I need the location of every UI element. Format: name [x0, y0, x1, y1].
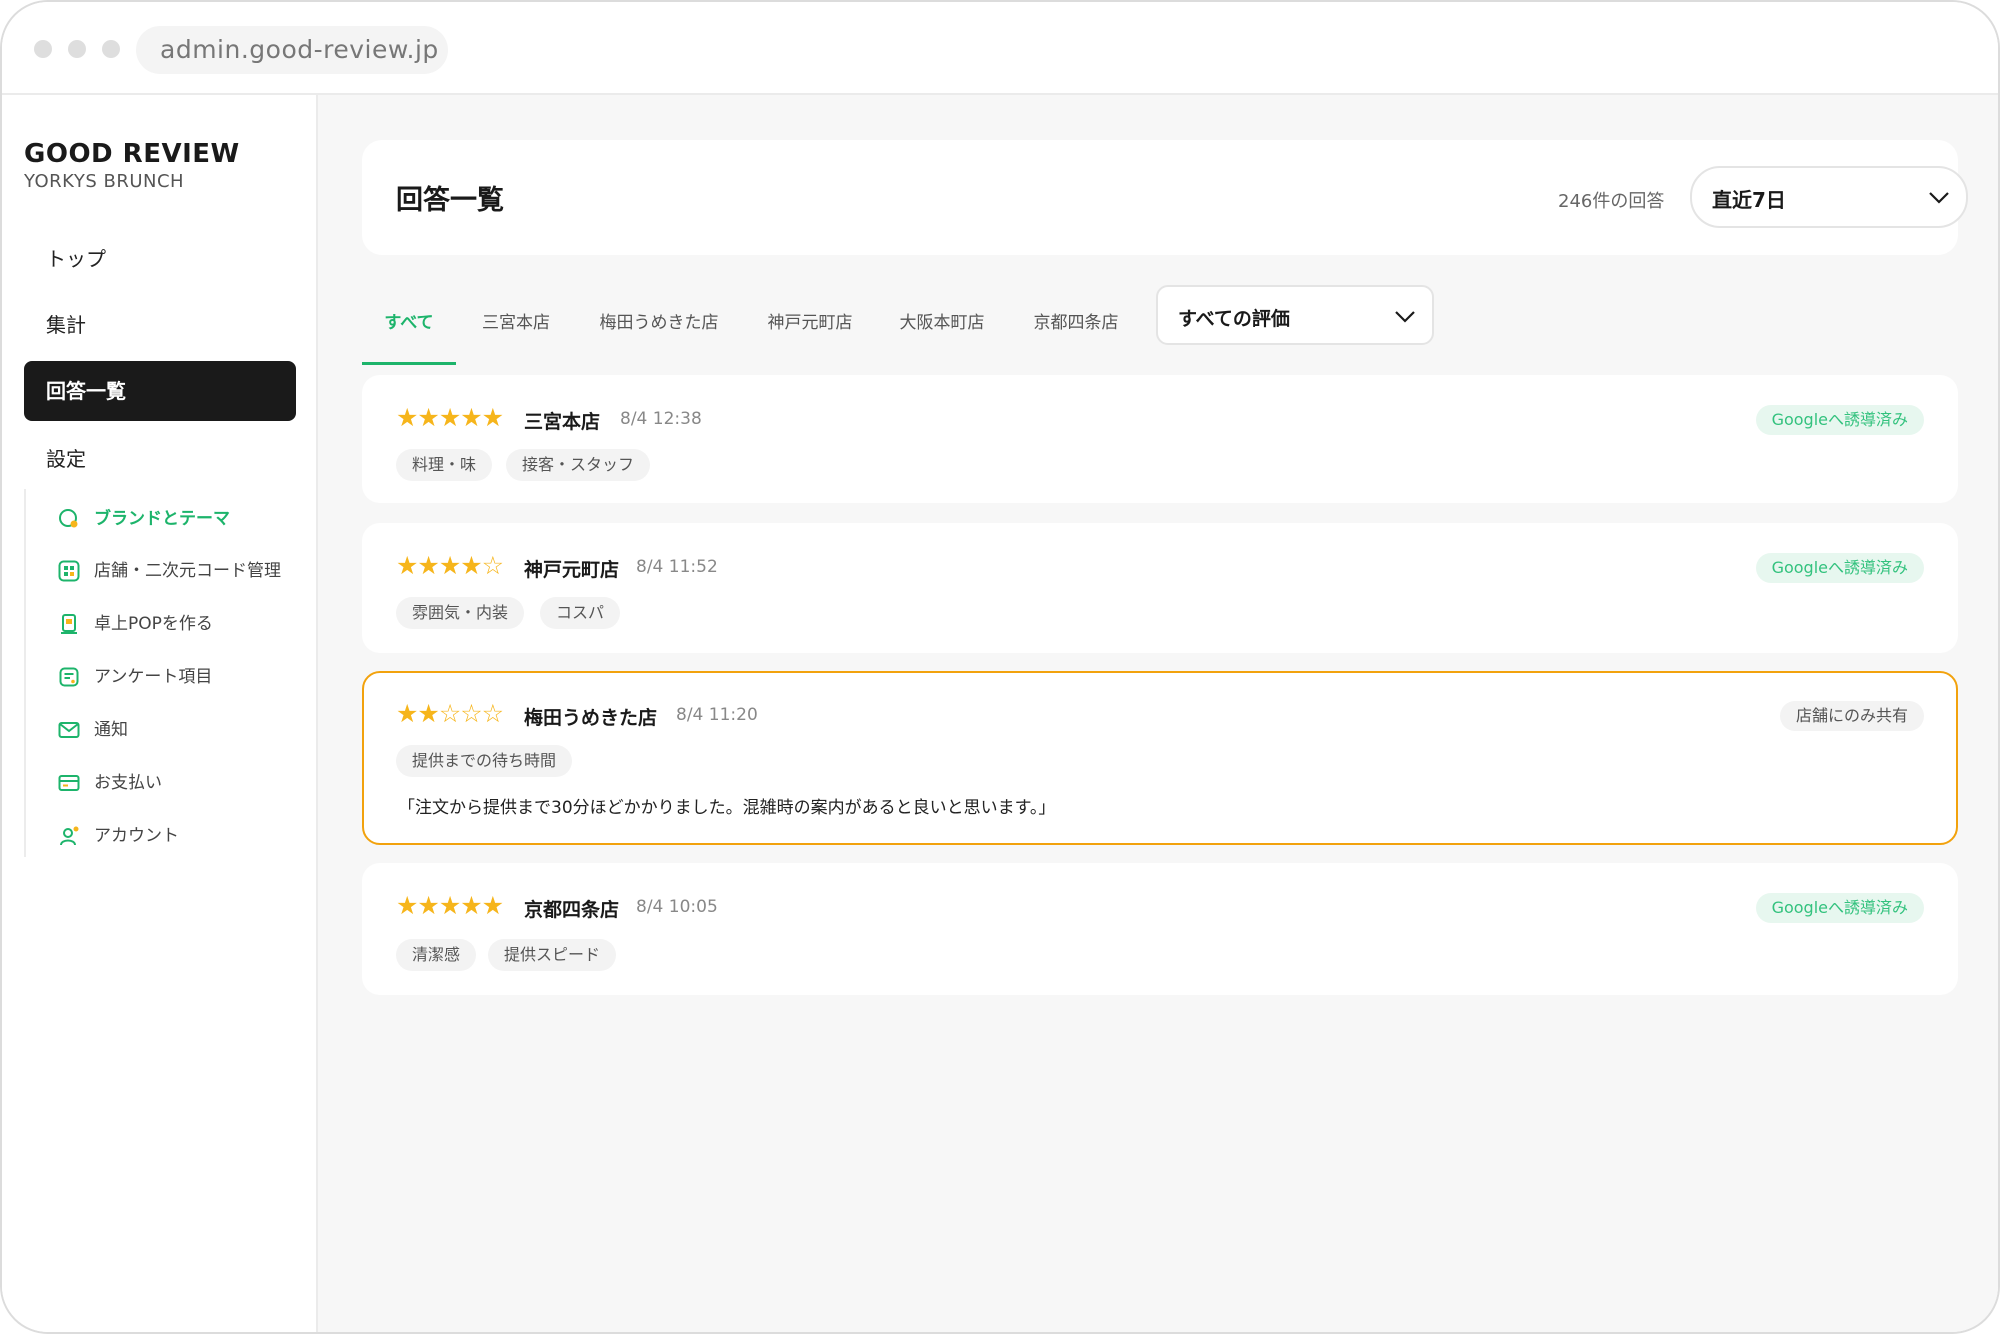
period-select[interactable]: 直近7日: [1690, 166, 1968, 228]
qr-code-icon: [58, 560, 80, 582]
stars-filled: ★★: [396, 699, 440, 728]
sub-item-label: 卓上POPを作る: [94, 614, 213, 634]
tab-kobe-motomachi[interactable]: 神戸元町店: [752, 285, 868, 365]
sub-item-brand-theme[interactable]: ブランドとテーマ: [58, 504, 230, 534]
review-time: 8/4 11:52: [636, 557, 718, 577]
stars-filled: ★★★★★: [396, 403, 504, 432]
review-store: 神戸元町店: [524, 559, 620, 581]
settings-subnav-line: [24, 489, 26, 857]
brand-subtitle: YORKYS BRUNCH: [24, 171, 185, 192]
review-tag: 提供スピード: [488, 939, 617, 971]
nav-item-top[interactable]: トップ: [24, 229, 296, 289]
tab-kyoto-shijo[interactable]: 京都四条店: [1018, 285, 1134, 365]
palette-icon: [58, 508, 80, 530]
sub-item-account[interactable]: アカウント: [58, 821, 179, 851]
stars-filled: ★★★★: [396, 551, 483, 580]
url-bar[interactable]: admin.good-review.jp: [136, 26, 448, 74]
review-tag: 提供までの待ち時間: [396, 745, 573, 777]
stars-empty: ☆☆☆: [438, 699, 504, 728]
mail-icon: [58, 719, 80, 741]
tab-all[interactable]: すべて: [362, 285, 456, 365]
review-tag: 料理・味: [396, 449, 493, 481]
review-store: 三宮本店: [524, 411, 601, 433]
review-time: 8/4 10:05: [636, 897, 718, 917]
tab-umeda[interactable]: 梅田うめきた店: [582, 285, 736, 365]
main-content: 回答一覧 246件の回答 直近7日 すべて 三宮本店 梅田うめきた店 神戸元町店…: [318, 95, 1998, 1332]
rating-filter-label: すべての評価: [1178, 308, 1290, 330]
sub-item-label: アンケート項目: [94, 667, 213, 687]
nav-item-settings[interactable]: 設定: [24, 429, 296, 489]
status-badge: Googleへ誘導済み: [1755, 893, 1924, 923]
sidebar: GOOD REVIEW YORKYS BRUNCH トップ 集計 回答一覧 設定…: [2, 95, 318, 1332]
nav-item-stats[interactable]: 集計: [24, 295, 296, 355]
browser-titlebar: admin.good-review.jp: [2, 2, 1998, 95]
period-select-label: 直近7日: [1712, 188, 1786, 212]
rating-filter-select[interactable]: すべての評価: [1156, 285, 1434, 345]
tab-sannomiya[interactable]: 三宮本店: [468, 285, 564, 365]
status-badge: Googleへ誘導済み: [1755, 405, 1924, 435]
review-comment: 「注文から提供まで30分ほどかかりました。混雑時の案内があると良いと思います。」: [398, 798, 1056, 818]
sub-item-payment[interactable]: お支払い: [58, 768, 162, 798]
review-card[interactable]: ★★★★☆ 神戸元町店 8/4 11:52 Googleへ誘導済み 雰囲気・内装…: [362, 523, 1958, 653]
pop-stand-icon: [58, 613, 80, 635]
sub-item-label: ブランドとテーマ: [94, 509, 230, 529]
tab-osaka-honmachi[interactable]: 大阪本町店: [884, 285, 1000, 365]
user-icon: [58, 825, 80, 847]
review-tag: コスパ: [540, 597, 621, 629]
browser-window: admin.good-review.jp GOOD REVIEW YORKYS …: [0, 0, 2000, 1334]
review-card[interactable]: ★★★★★ 三宮本店 8/4 12:38 Googleへ誘導済み 料理・味 接客…: [362, 375, 1958, 503]
review-time: 8/4 11:20: [676, 705, 758, 725]
review-store: 京都四条店: [524, 899, 620, 921]
stars-filled: ★★★★★: [396, 891, 504, 920]
review-tag: 接客・スタッフ: [506, 449, 651, 481]
review-tag: 清潔感: [396, 939, 477, 971]
sub-item-pop[interactable]: 卓上POPを作る: [58, 609, 213, 639]
star-rating: ★★★★☆: [396, 551, 504, 580]
sub-item-notification[interactable]: 通知: [58, 715, 128, 745]
page-title: 回答一覧: [396, 185, 504, 216]
header-card: 回答一覧 246件の回答 直近7日: [362, 140, 1968, 255]
sub-item-label: アカウント: [94, 826, 179, 846]
sub-item-survey[interactable]: アンケート項目: [58, 662, 212, 692]
stars-empty: ☆: [481, 551, 504, 580]
survey-icon: [58, 666, 80, 688]
status-badge: 店舗にのみ共有: [1779, 701, 1924, 731]
review-card-highlighted[interactable]: ★★☆☆☆ 梅田うめきた店 8/4 11:20 店舗にのみ共有 提供までの待ち時…: [362, 671, 1958, 845]
window-maximize-dot[interactable]: [102, 40, 120, 58]
response-count: 246件の回答: [1558, 191, 1665, 212]
card-icon: [58, 772, 80, 794]
status-badge: Googleへ誘導済み: [1755, 553, 1924, 583]
sub-item-label: お支払い: [94, 773, 162, 793]
sub-item-label: 通知: [94, 720, 128, 740]
star-rating: ★★★★★: [396, 403, 504, 432]
review-card[interactable]: ★★★★★ 京都四条店 8/4 10:05 Googleへ誘導済み 清潔感 提供…: [362, 863, 1958, 995]
chevron-down-icon: [1394, 305, 1416, 331]
star-rating: ★★★★★: [396, 891, 504, 920]
brand-title: GOOD REVIEW: [24, 139, 240, 169]
review-store: 梅田うめきた店: [524, 707, 658, 729]
window-close-dot[interactable]: [34, 40, 52, 58]
star-rating: ★★☆☆☆: [396, 699, 504, 728]
sub-item-label: 店舗・二次元コード管理: [94, 561, 281, 581]
chevron-down-icon: [1928, 186, 1950, 212]
window-minimize-dot[interactable]: [68, 40, 86, 58]
review-time: 8/4 12:38: [620, 409, 702, 429]
sub-item-store-qr[interactable]: 店舗・二次元コード管理: [58, 556, 281, 586]
review-tag: 雰囲気・内装: [396, 597, 525, 629]
nav-item-responses[interactable]: 回答一覧: [24, 361, 296, 421]
